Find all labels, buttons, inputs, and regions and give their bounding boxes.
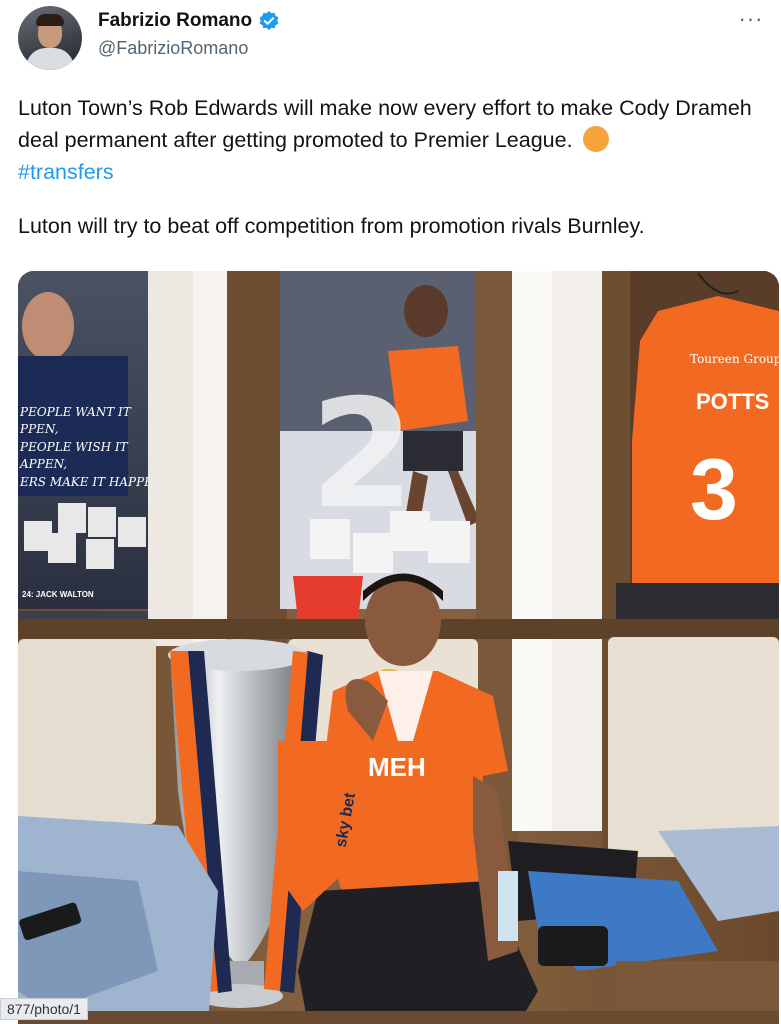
tweet-paragraph-1-text: Luton Town’s Rob Edwards will make now e… bbox=[18, 96, 752, 152]
poster-left-line-3: PEOPLE WISH IT bbox=[19, 440, 129, 454]
hashtag-link[interactable]: #transfers bbox=[18, 160, 114, 184]
author-display-name[interactable]: Fabrizio Romano bbox=[98, 10, 252, 32]
poster-left-line-4: APPEN, bbox=[19, 457, 67, 471]
verified-badge-icon bbox=[258, 10, 280, 32]
poster-left-line-1: PEOPLE WANT IT bbox=[19, 405, 132, 419]
status-url-overlay: 877/photo/1 bbox=[0, 998, 88, 1020]
hanging-shirt-sponsor: Toureen Group bbox=[690, 352, 779, 366]
poster-left-line-2: PPEN, bbox=[19, 422, 58, 436]
avatar[interactable] bbox=[18, 6, 82, 70]
poster-left-caption: 24: JACK WALTON bbox=[22, 590, 94, 599]
more-options-icon[interactable]: ··· bbox=[737, 8, 765, 34]
player-shirt-text: MEH bbox=[368, 752, 426, 782]
hanging-shirt-number: 3 bbox=[690, 442, 738, 538]
tweet-paragraph-1: Luton Town’s Rob Edwards will make now e… bbox=[18, 92, 763, 188]
tweet-text: Luton Town’s Rob Edwards will make now e… bbox=[18, 92, 763, 242]
author-handle[interactable]: @FabrizioRomano bbox=[98, 38, 248, 59]
tweet-photo[interactable]: PEOPLE WANT IT PPEN, PEOPLE WISH IT APPE… bbox=[18, 271, 779, 1024]
hanging-shirt-name: POTTS bbox=[696, 389, 769, 414]
tweet-container: Fabrizio Romano @FabrizioRomano ··· Luto… bbox=[0, 0, 781, 1024]
poster-left-line-5: ERS MAKE IT HAPPEN. bbox=[19, 475, 166, 489]
author-name-row: Fabrizio Romano bbox=[98, 10, 280, 32]
tweet-header: Fabrizio Romano @FabrizioRomano ··· bbox=[18, 6, 763, 70]
orange-circle-emoji-icon bbox=[582, 126, 609, 152]
tweet-paragraph-2: Luton will try to beat off competition f… bbox=[18, 214, 645, 238]
